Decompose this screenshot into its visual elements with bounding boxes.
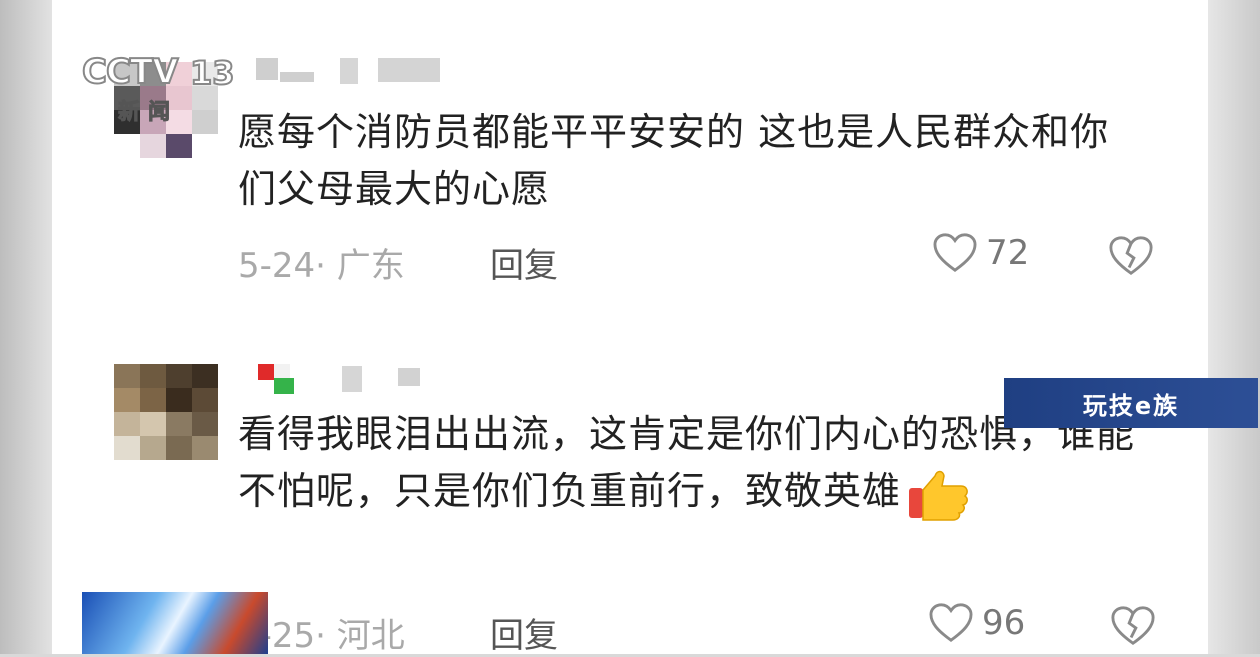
reply-button[interactable]: 回复 bbox=[490, 238, 558, 287]
comment-body: 看得我眼泪出出流，这肯定是你们内心的恐惧，谁能不怕呢，只是你们负重前行，致敬英雄 bbox=[238, 412, 1136, 513]
like-button[interactable]: 96 bbox=[928, 602, 1025, 644]
thumbs-up-emoji bbox=[907, 466, 971, 522]
cctv-logo-text: CCTV bbox=[81, 51, 179, 93]
comment-text: 看得我眼泪出出流，这肯定是你们内心的恐惧，谁能不怕呢，只是你们负重前行，致敬英雄 bbox=[238, 406, 1138, 522]
blurred-left-margin bbox=[0, 0, 55, 654]
news-program-logo bbox=[82, 592, 268, 654]
username-redacted[interactable] bbox=[256, 364, 426, 394]
blurred-right-margin bbox=[1205, 0, 1260, 654]
avatar[interactable] bbox=[114, 364, 218, 460]
heart-outline-icon bbox=[933, 233, 977, 272]
comment-text: 愿每个消防员都能平平安安的 这也是人民群众和你们父母最大的心愿 bbox=[238, 110, 1110, 211]
watermark-banner: 玩技e族 bbox=[1004, 378, 1258, 428]
broken-heart-icon[interactable] bbox=[1110, 604, 1156, 648]
heart-outline-icon bbox=[929, 603, 973, 642]
cctv-13-logo: CCTV 13 新闻 bbox=[81, 51, 252, 130]
comment-meta: 5-24· 广东 bbox=[238, 246, 405, 286]
like-count: 72 bbox=[986, 233, 1030, 273]
channel-number: 13 bbox=[189, 53, 236, 93]
username-redacted[interactable] bbox=[256, 56, 446, 86]
like-count: 96 bbox=[982, 603, 1026, 643]
like-button[interactable]: 72 bbox=[932, 232, 1029, 274]
channel-subtitle: 新闻 bbox=[117, 100, 179, 126]
reply-button[interactable]: 回复 bbox=[490, 608, 558, 657]
broken-heart-icon[interactable] bbox=[1108, 234, 1154, 278]
